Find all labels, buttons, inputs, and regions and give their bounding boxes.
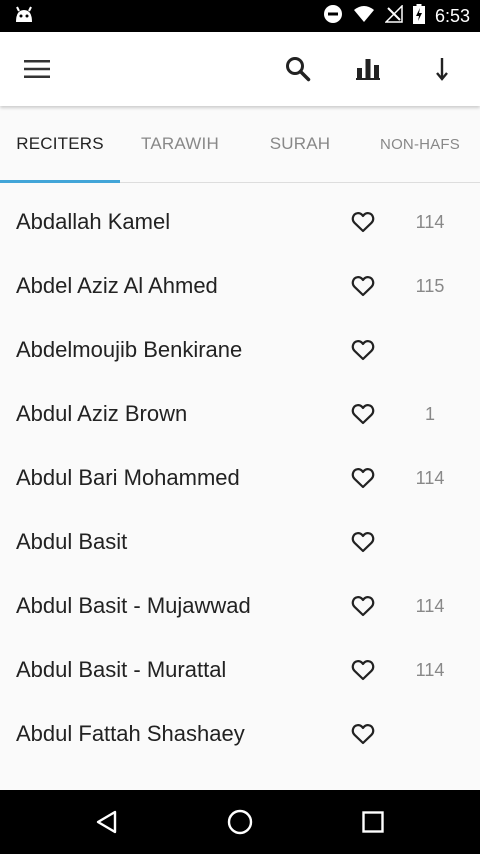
list-item[interactable]: Abdel Aziz Al Ahmed 115 [0,254,480,318]
home-icon[interactable] [210,790,270,854]
reciter-name: Abdul Basit [16,529,128,554]
reciter-name: Abdelmoujib Benkirane [16,337,243,362]
episode-count: 115 [415,276,445,296]
reciter-name: Abdul Bari Mohammed [16,465,240,490]
list-item[interactable]: Abdul Basit - Murattal 114 [0,638,480,702]
episode-count: 114 [415,212,445,232]
list-item[interactable]: Abdul Fattah Shashaey [0,702,480,766]
tab-tarawih[interactable]: TARAWIH [120,106,240,182]
menu-icon[interactable] [13,32,61,106]
battery-charging-icon [412,3,425,29]
tab-bar: RECITERS TARAWIH SURAH NON-HAFS [0,106,480,183]
android-icon [14,6,34,29]
no-signal-icon [384,3,403,28]
episode-count: 114 [415,468,445,488]
list-item[interactable]: Abdul Basit [0,510,480,574]
bar-chart-icon[interactable] [344,32,392,106]
episode-count: 114 [415,596,445,616]
episode-count [400,318,460,382]
list-item[interactable]: Abdul Bari Mohammed 114 [0,446,480,510]
do-not-disturb-icon [323,4,343,29]
tab-reciters[interactable]: RECITERS [0,106,120,182]
navigation-bar [0,790,480,854]
status-time: 6:53 [434,5,470,26]
heart-icon[interactable] [349,464,377,492]
heart-icon[interactable] [349,336,377,364]
heart-icon[interactable] [349,208,377,236]
status-bar: 6:53 [0,0,480,32]
episode-count: 1 [424,404,435,424]
reciter-name: Abdel Aziz Al Ahmed [16,273,218,298]
heart-icon[interactable] [349,272,377,300]
list-item[interactable]: Abdul Aziz Brown 1 [0,382,480,446]
reciter-name: Abdul Basit - Mujawwad [16,593,251,618]
app-toolbar [0,32,480,106]
back-icon[interactable] [77,790,137,854]
reciter-name: Abdul Fattah Shashaey [16,721,245,746]
heart-icon[interactable] [349,528,377,556]
episode-count: 114 [415,660,445,680]
reciter-name: Abdallah Kamel [16,209,171,234]
sort-icon[interactable] [418,32,466,106]
tab-non-hafs[interactable]: NON-HAFS [360,106,480,182]
heart-icon[interactable] [349,720,377,748]
tab-indicator [0,180,120,183]
reciter-name: Abdul Aziz Brown [16,401,188,426]
heart-icon[interactable] [349,592,377,620]
heart-icon[interactable] [349,656,377,684]
search-icon[interactable] [274,32,322,106]
episode-count [400,510,460,574]
episode-count [400,702,460,766]
list-item[interactable]: Abdelmoujib Benkirane [0,318,480,382]
reciter-list: Abdallah Kamel 114 Abdel Aziz Al Ahmed 1… [0,190,480,766]
recents-icon[interactable] [343,790,403,854]
wifi-icon [353,5,375,28]
list-item[interactable]: Abdul Basit - Mujawwad 114 [0,574,480,638]
heart-icon[interactable] [349,400,377,428]
list-item[interactable]: Abdallah Kamel 114 [0,190,480,254]
tab-surah[interactable]: SURAH [240,106,360,182]
reciter-name: Abdul Basit - Murattal [16,657,227,682]
